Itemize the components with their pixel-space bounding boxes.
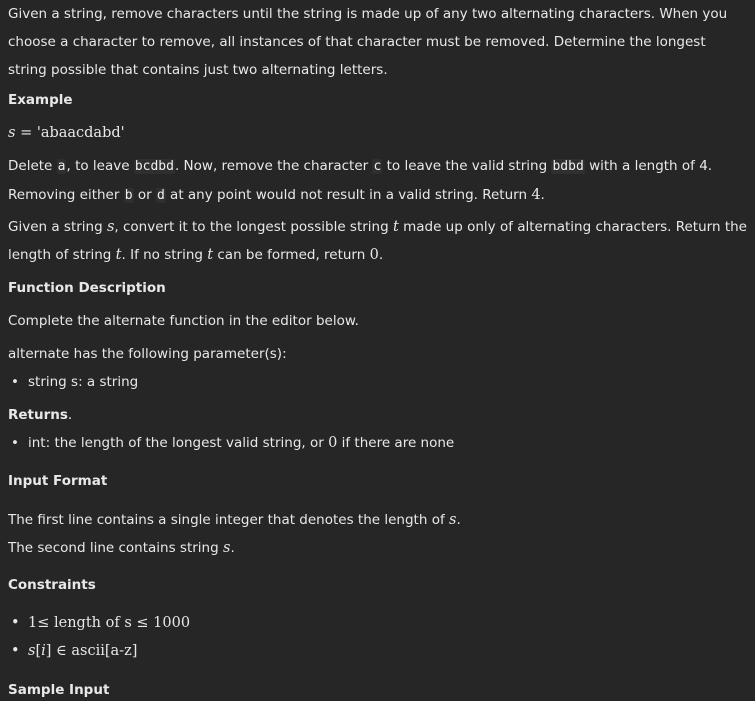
equals-sign: =: [20, 125, 33, 141]
zero-value: 0: [369, 247, 379, 263]
text: . If no string: [121, 247, 208, 263]
return-value: 4: [531, 187, 541, 203]
function-description-line1: Complete the alternate function in the e…: [8, 313, 359, 329]
example-value: 'abaacdabd': [36, 125, 125, 141]
list-item: string s: a string: [8, 368, 747, 396]
constraints-heading: Constraints: [8, 577, 96, 593]
text: can be formed, return: [213, 247, 370, 263]
text: The second line contains string: [8, 540, 223, 556]
text: or: [133, 187, 156, 203]
given-paragraph: Given a string s, convert it to the long…: [8, 213, 747, 269]
input-format-heading: Input Format: [8, 473, 108, 489]
element-of-symbol: ∈: [56, 643, 67, 659]
text: .: [540, 187, 545, 203]
returns-list: int: the length of the longest valid str…: [8, 429, 747, 457]
returns-heading: Returns.: [8, 407, 73, 423]
sample-input-heading: Sample Input: [8, 682, 110, 698]
code-d: d: [155, 188, 166, 203]
min-value: 1: [28, 615, 38, 631]
code-bcdbd: bcdbd: [133, 159, 175, 174]
problem-statement: Given a string, remove characters until …: [0, 0, 755, 700]
le-symbol: ≤: [37, 615, 50, 631]
text: Delete: [8, 158, 57, 174]
code-a: a: [56, 159, 67, 174]
list-item: int: the length of the longest valid str…: [8, 429, 747, 457]
example-explanation: Delete a, to leave bcdbd. Now, remove th…: [8, 152, 747, 210]
constraints-list: 1≤ length of s ≤ 1000 s[i] ∈ ascii[a-z]: [8, 609, 747, 665]
parameter-list: string s: a string: [8, 368, 747, 396]
intro-paragraph: Given a string, remove characters until …: [8, 6, 728, 78]
max-value: 1000: [153, 615, 191, 631]
code-c: c: [372, 159, 383, 174]
charset-text: ascii[a-z]: [71, 643, 138, 659]
returns-heading-text: Returns: [8, 407, 68, 423]
text: Given a string: [8, 219, 107, 235]
function-description-line2: alternate has the following parameter(s)…: [8, 346, 287, 362]
constraint-charset: s[i] ∈ ascii[a-z]: [8, 637, 747, 665]
bracket: ]: [45, 643, 52, 659]
text: , convert it to the longest possible str…: [114, 219, 393, 235]
var-s: s: [8, 125, 16, 141]
example-string: s = 'abaacdabd': [8, 119, 747, 147]
text: at any point would not result in a valid…: [165, 187, 532, 203]
zero-value: 0: [328, 435, 338, 451]
example-heading: Example: [8, 92, 73, 108]
input-format-line1: The first line contains a single integer…: [8, 506, 747, 534]
function-description-heading: Function Description: [8, 280, 166, 296]
constraint-text: length of s: [54, 615, 132, 631]
text: .: [230, 540, 235, 556]
text: .: [456, 512, 461, 528]
code-b: b: [123, 188, 134, 203]
constraint-length: 1≤ length of s ≤ 1000: [8, 609, 747, 637]
text: .: [378, 247, 384, 263]
input-format-line2: The second line contains string s.: [8, 534, 747, 562]
text: if there are none: [337, 435, 455, 451]
text: int: the length of the longest valid str…: [28, 435, 329, 451]
text: The first line contains a single integer…: [8, 512, 449, 528]
code-bdbd: bdbd: [551, 159, 585, 174]
le-symbol: ≤: [136, 615, 149, 631]
text: , to leave: [66, 158, 134, 174]
text: . Now, remove the character: [174, 158, 373, 174]
text: to leave the valid string: [382, 158, 552, 174]
